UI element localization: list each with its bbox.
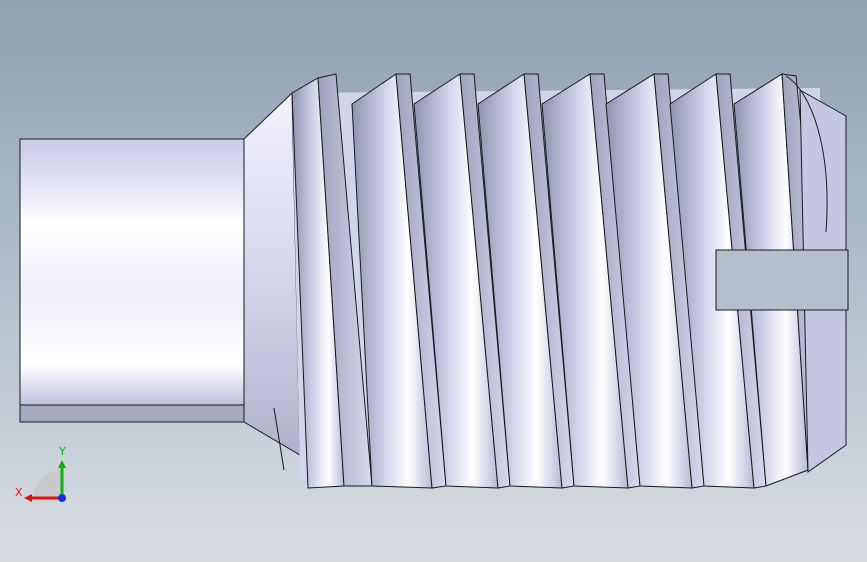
z-axis-dot [58,494,66,502]
x-axis-arrow [24,494,32,502]
y-axis-arrow [58,460,66,468]
screw-chamfer [243,91,301,456]
triad-quarter-disc [34,470,62,498]
y-axis-label: Y [58,445,66,458]
graphics-viewport[interactable]: X Y [0,0,867,562]
screw-model[interactable] [0,0,867,562]
x-axis-label: X [15,486,23,499]
driver-slot [715,249,849,311]
coordinate-triad: X Y [15,445,66,502]
screw-shank [19,138,245,423]
